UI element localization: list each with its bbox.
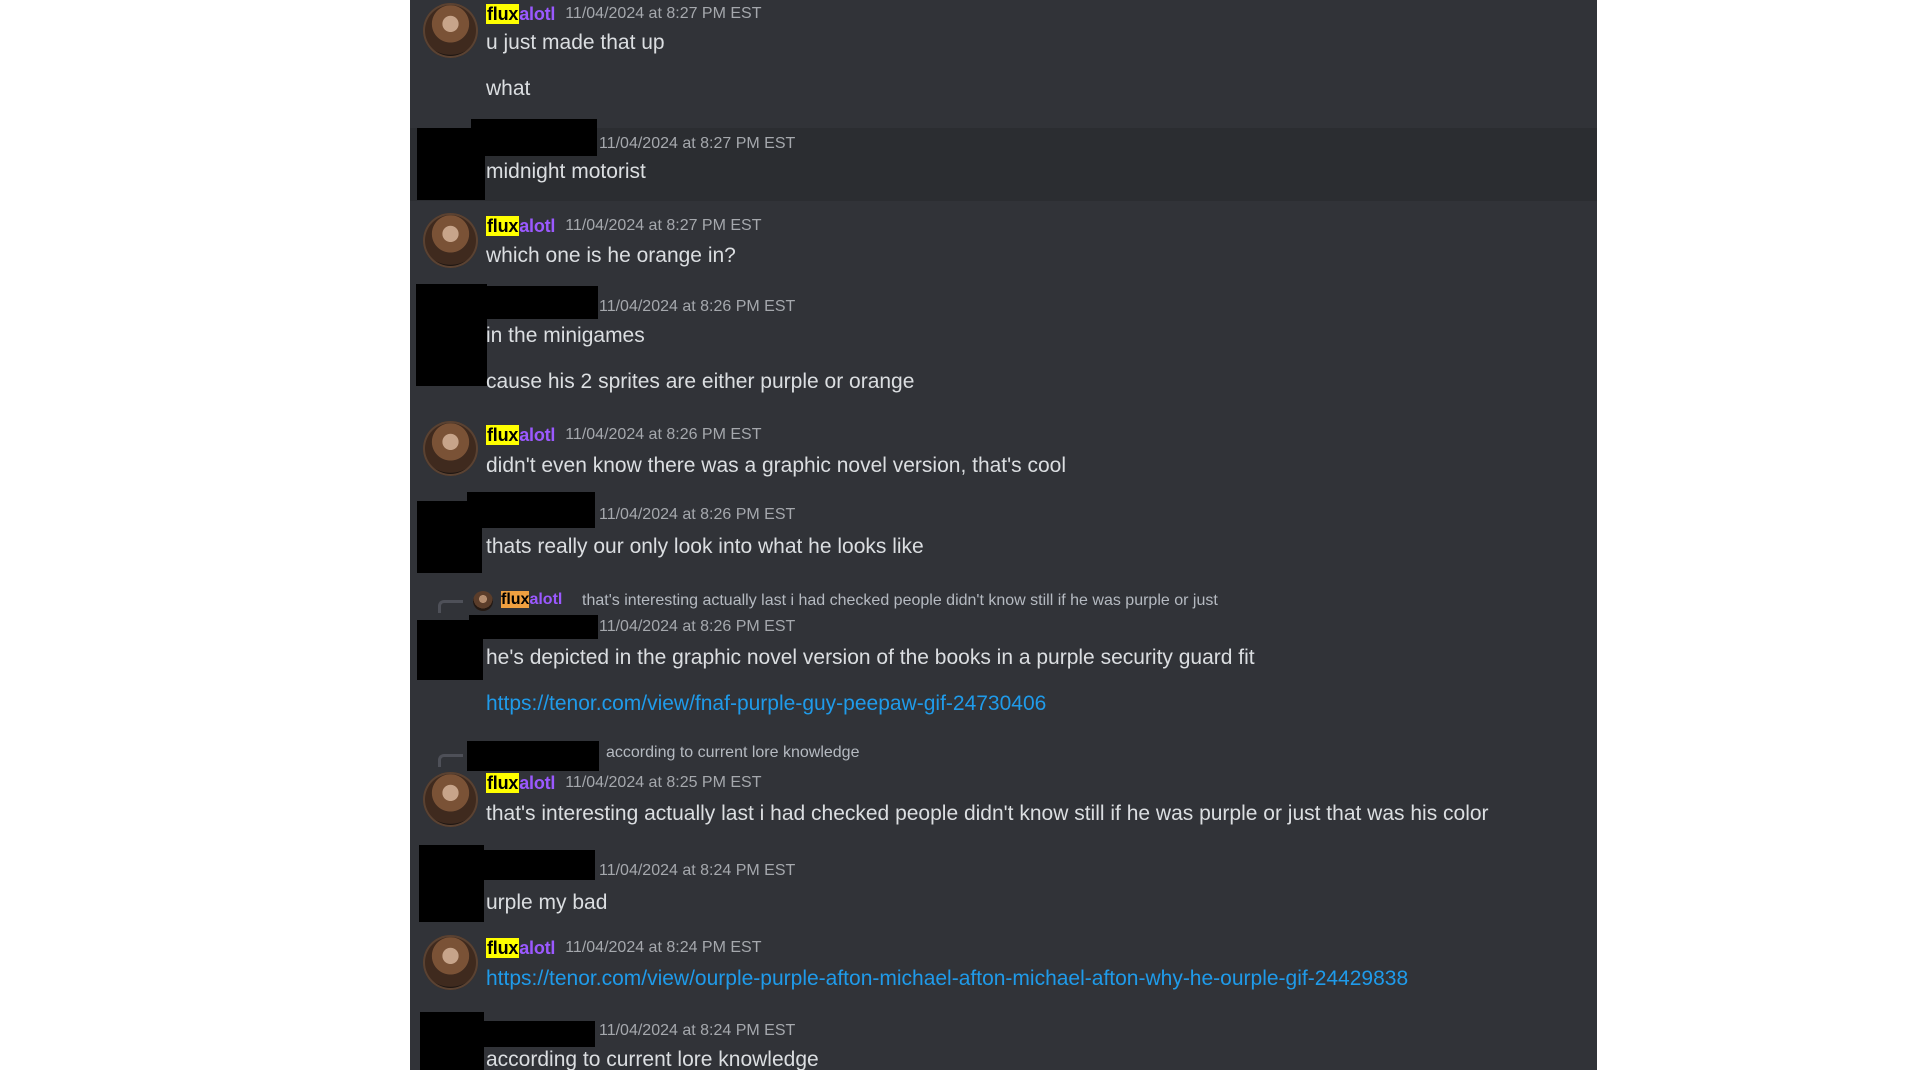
- reply-connector: [438, 754, 463, 767]
- username[interactable]: fluxalotl: [486, 3, 555, 25]
- timestamp: 11/04/2024 at 8:24 PM EST: [565, 939, 762, 956]
- message-text: midnight motorist: [486, 160, 646, 183]
- redacted-username: [476, 1021, 595, 1047]
- timestamp: 11/04/2024 at 8:26 PM EST: [599, 298, 796, 315]
- message-item: fluxalotl 11/04/2024 at 8:27 PM EST whic…: [410, 201, 1597, 281]
- redacted-username: [479, 286, 598, 319]
- timestamp: 11/04/2024 at 8:26 PM EST: [599, 506, 796, 523]
- message-link[interactable]: https://tenor.com/view/ourple-purple-aft…: [486, 967, 1408, 991]
- user-avatar[interactable]: [423, 772, 478, 827]
- message-text: he's depicted in the graphic novel versi…: [486, 646, 1255, 669]
- timestamp: 11/04/2024 at 8:26 PM EST: [599, 618, 796, 635]
- redacted-avatar: [417, 501, 482, 573]
- message-header: fluxalotl 11/04/2024 at 8:27 PM EST: [486, 3, 762, 25]
- user-avatar[interactable]: [423, 421, 478, 476]
- timestamp: 11/04/2024 at 8:27 PM EST: [565, 217, 762, 234]
- redacted-avatar: [420, 1012, 484, 1070]
- redacted-username: [474, 850, 595, 880]
- reply-preview[interactable]: according to current lore knowledge: [606, 744, 859, 762]
- message-link[interactable]: https://tenor.com/view/fnaf-purple-guy-p…: [486, 692, 1046, 716]
- message-header: fluxalotl 11/04/2024 at 8:26 PM EST: [486, 424, 762, 446]
- username[interactable]: fluxalotl: [486, 424, 555, 446]
- message-header: fluxalotl 11/04/2024 at 8:27 PM EST: [486, 215, 762, 237]
- user-avatar[interactable]: [423, 935, 478, 990]
- username[interactable]: fluxalotl: [486, 772, 555, 794]
- user-avatar[interactable]: [423, 213, 478, 268]
- reply-connector: [438, 600, 463, 613]
- timestamp: 11/04/2024 at 8:27 PM EST: [599, 135, 796, 152]
- chat-log[interactable]: fluxalotl 11/04/2024 at 8:27 PM EST u ju…: [410, 0, 1597, 1070]
- redacted-avatar: [417, 128, 485, 200]
- message-item: fluxalotl 11/04/2024 at 8:26 PM EST didn…: [410, 409, 1597, 489]
- redacted-avatar: [419, 845, 484, 922]
- redacted-reply-username: [467, 741, 599, 771]
- message-text: that's interesting actually last i had c…: [486, 802, 1489, 825]
- redacted-username: [471, 119, 597, 156]
- redacted-avatar: [416, 284, 487, 386]
- message-item: fluxalotl 11/04/2024 at 8:27 PM EST u ju…: [410, 0, 1597, 128]
- message-item: 11/04/2024 at 8:27 PM EST midnight motor…: [410, 119, 1597, 201]
- message-text: u just made that up: [486, 31, 665, 54]
- message-text: what: [486, 77, 531, 100]
- redacted-avatar: [417, 620, 483, 680]
- message-item: 11/04/2024 at 8:26 PM EST in the minigam…: [410, 281, 1597, 409]
- timestamp: 11/04/2024 at 8:24 PM EST: [599, 1022, 796, 1039]
- message-item: 11/04/2024 at 8:24 PM EST urple my bad: [410, 845, 1597, 925]
- reply-username[interactable]: fluxalotl: [501, 591, 562, 609]
- message-item: 11/04/2024 at 8:26 PM EST thats really o…: [410, 489, 1597, 585]
- username[interactable]: fluxalotl: [486, 937, 555, 959]
- message-item: according to current lore knowledge flux…: [410, 738, 1597, 845]
- message-item: fluxalotl 11/04/2024 at 8:24 PM EST http…: [410, 925, 1597, 1005]
- timestamp: 11/04/2024 at 8:27 PM EST: [565, 5, 762, 22]
- message-text: urple my bad: [486, 891, 608, 914]
- message-text: according to current lore knowledge: [486, 1048, 819, 1070]
- redacted-username: [467, 492, 595, 528]
- reply-preview[interactable]: that's interesting actually last i had c…: [582, 592, 1218, 610]
- message-header: fluxalotl 11/04/2024 at 8:25 PM EST: [486, 772, 762, 794]
- message-text: cause his 2 sprites are either purple or…: [486, 370, 915, 393]
- message-header: fluxalotl 11/04/2024 at 8:24 PM EST: [486, 937, 762, 959]
- user-avatar[interactable]: [423, 3, 478, 58]
- message-text: in the minigames: [486, 324, 645, 347]
- reply-avatar[interactable]: [473, 591, 493, 611]
- message-text: didn't even know there was a graphic nov…: [486, 454, 1067, 477]
- timestamp: 11/04/2024 at 8:24 PM EST: [599, 862, 796, 879]
- message-item: fluxalotl that's interesting actually la…: [410, 585, 1597, 738]
- redacted-username: [469, 615, 598, 639]
- timestamp: 11/04/2024 at 8:25 PM EST: [565, 774, 762, 791]
- message-text: thats really our only look into what he …: [486, 535, 924, 558]
- message-text: which one is he orange in?: [486, 244, 736, 267]
- timestamp: 11/04/2024 at 8:26 PM EST: [565, 426, 762, 443]
- message-item: 11/04/2024 at 8:24 PM EST according to c…: [410, 1005, 1597, 1070]
- username[interactable]: fluxalotl: [486, 215, 555, 237]
